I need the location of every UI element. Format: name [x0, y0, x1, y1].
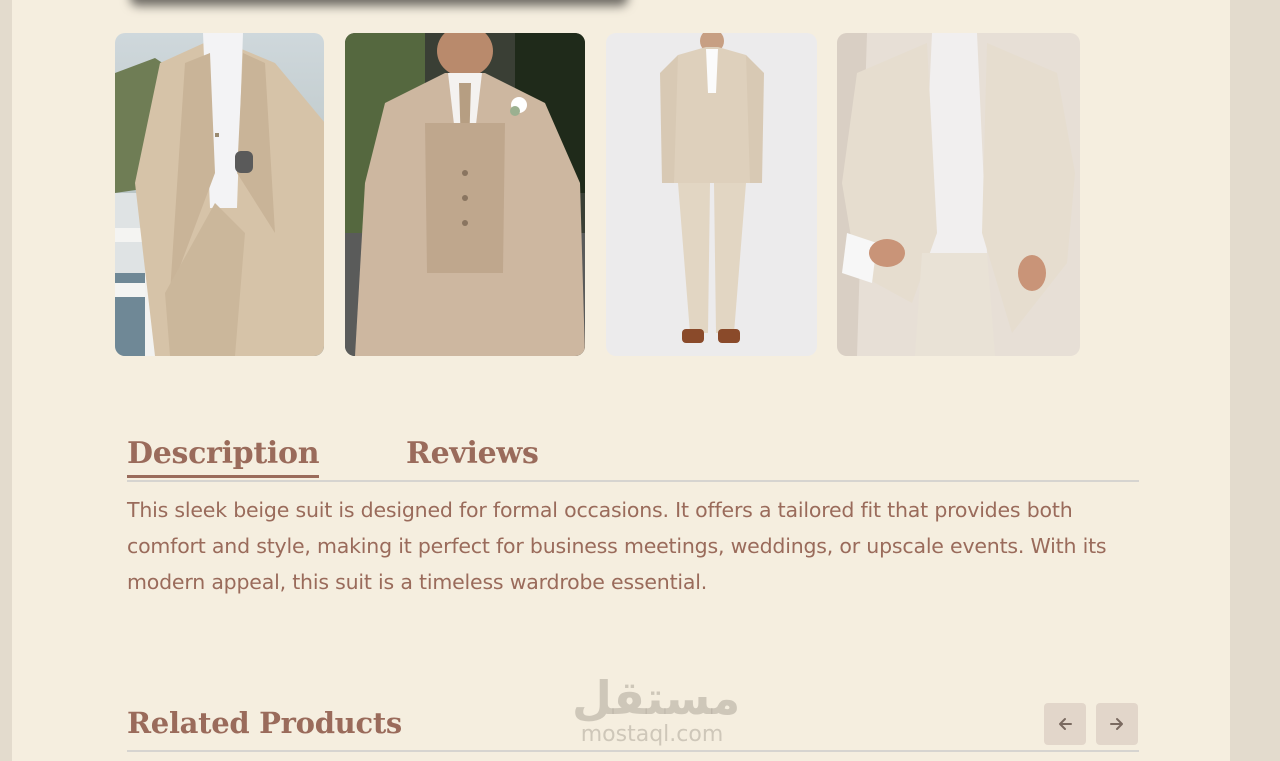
product-description: This sleek beige suit is designed for fo… [127, 498, 1107, 594]
suit-photo-3 [606, 33, 817, 356]
suit-photo-2 [345, 33, 585, 356]
product-tabs: Description Reviews [127, 432, 1139, 482]
product-thumbnail-2[interactable] [345, 33, 585, 356]
related-products-header: Related Products [127, 700, 1139, 752]
product-thumbnail-3[interactable] [606, 33, 817, 356]
product-thumbnail-4[interactable] [837, 33, 1080, 356]
tab-reviews[interactable]: Reviews [406, 436, 539, 475]
tab-description[interactable]: Description [127, 436, 320, 478]
product-page: Description Reviews This sleek beige sui… [12, 0, 1230, 761]
related-products-title: Related Products [127, 706, 402, 740]
suit-photo-1 [115, 33, 324, 356]
product-thumbnail-1[interactable] [115, 33, 324, 356]
arrow-left-icon [1059, 718, 1072, 730]
arrow-right-icon [1110, 718, 1123, 730]
carousel-prev-button[interactable] [1044, 703, 1086, 745]
carousel-next-button[interactable] [1096, 703, 1138, 745]
suit-photo-4 [837, 33, 1080, 356]
